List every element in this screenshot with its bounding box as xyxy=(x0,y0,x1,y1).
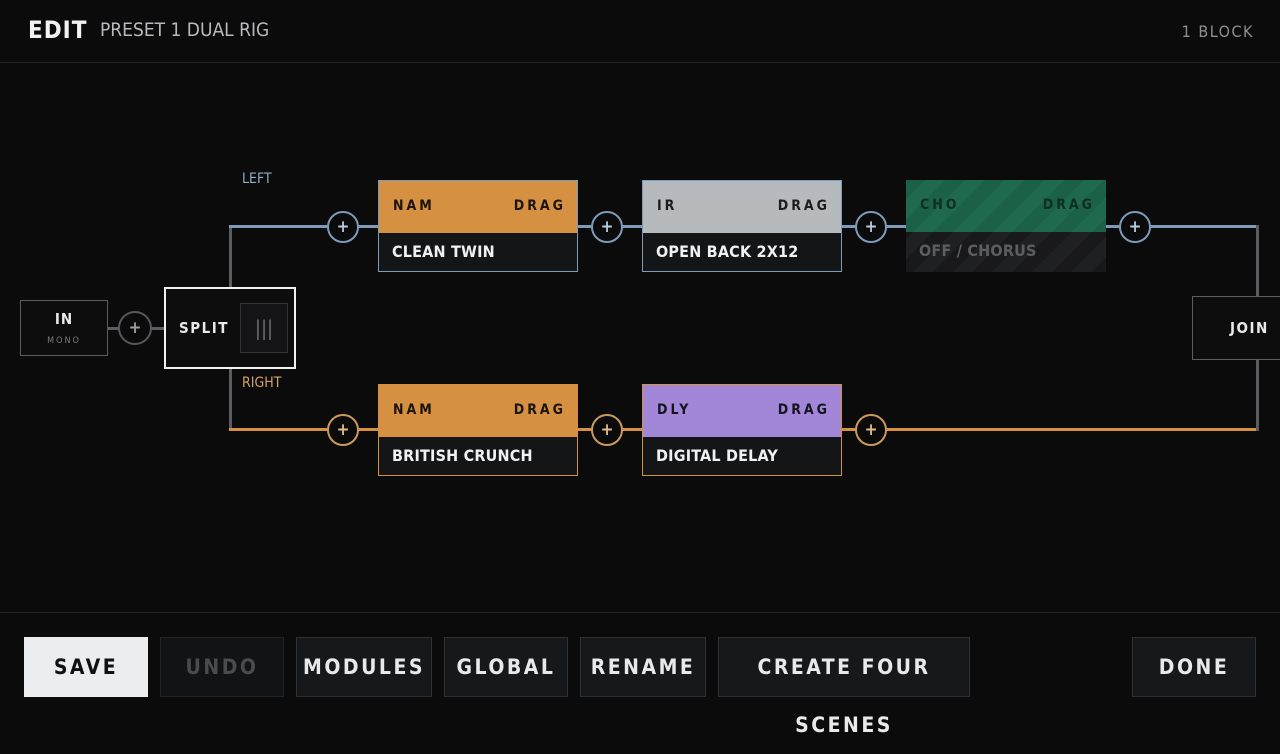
drag-handle[interactable]: DRAG xyxy=(1043,197,1095,213)
plus-icon: + xyxy=(336,420,350,440)
wire-split-down xyxy=(229,369,232,431)
drag-handle-icon[interactable]: ||| xyxy=(240,303,288,353)
block-type: NAM xyxy=(393,402,435,418)
done-button[interactable]: DONE xyxy=(1132,637,1256,697)
plus-icon: + xyxy=(600,420,614,440)
plus-icon: + xyxy=(1128,217,1142,237)
add-block-button-right-3[interactable]: + xyxy=(855,414,887,446)
plus-icon: + xyxy=(864,420,878,440)
block-type: NAM xyxy=(393,198,435,214)
add-block-button-left-4[interactable]: + xyxy=(1119,211,1151,243)
block-digital-delay[interactable]: DLY DRAG DIGITAL DELAY xyxy=(642,384,842,476)
block-type: DLY xyxy=(657,402,692,418)
drag-handle[interactable]: DRAG xyxy=(514,402,566,418)
drag-handle[interactable]: DRAG xyxy=(778,198,830,214)
plus-icon: + xyxy=(336,217,350,237)
drag-handle[interactable]: DRAG xyxy=(778,402,830,418)
split-node[interactable]: SPLIT ||| xyxy=(164,287,296,369)
wire-split-up xyxy=(229,226,232,287)
global-button[interactable]: GLOBAL xyxy=(444,637,568,697)
block-name: BRITISH CRUNCH xyxy=(392,446,533,465)
create-four-scenes-button[interactable]: CREATE FOUR SCENES xyxy=(718,637,970,737)
block-chorus-bypassed[interactable]: CHO DRAG OFF / CHORUS xyxy=(906,180,1106,272)
footer-toolbar: SAVE UNDO MODULES GLOBAL RENAME CREATE F… xyxy=(0,612,1280,737)
rename-button[interactable]: RENAME xyxy=(580,637,706,697)
input-node[interactable]: IN MONO xyxy=(20,300,108,356)
add-block-button-left-1[interactable]: + xyxy=(327,211,359,243)
plus-icon: + xyxy=(600,217,614,237)
block-name: OFF / CHORUS xyxy=(919,241,1037,260)
block-header: NAM DRAG xyxy=(379,385,577,437)
plus-icon: + xyxy=(128,318,142,338)
right-path-label: RIGHT xyxy=(242,375,282,391)
block-clean-twin[interactable]: NAM DRAG CLEAN TWIN xyxy=(378,180,578,272)
block-name: DIGITAL DELAY xyxy=(656,446,778,465)
block-header: CHO DRAG xyxy=(906,180,1106,232)
block-type: CHO xyxy=(920,197,960,213)
block-count: 1 BLOCK xyxy=(1181,22,1254,41)
add-block-button-right-1[interactable]: + xyxy=(327,414,359,446)
block-british-crunch[interactable]: NAM DRAG BRITISH CRUNCH xyxy=(378,384,578,476)
preset-name: PRESET 1 DUAL RIG xyxy=(100,19,270,41)
add-block-button[interactable]: + xyxy=(118,311,152,345)
split-label: SPLIT xyxy=(179,319,229,337)
block-name: OPEN BACK 2X12 xyxy=(656,242,799,261)
input-mode: MONO xyxy=(47,336,81,346)
block-header: IR DRAG xyxy=(643,181,841,233)
left-path-label: LEFT xyxy=(242,171,272,187)
add-block-button-left-2[interactable]: + xyxy=(591,211,623,243)
page-title: EDIT xyxy=(28,16,88,44)
join-label: JOIN xyxy=(1230,319,1269,337)
block-type: IR xyxy=(657,198,678,214)
drag-handle[interactable]: DRAG xyxy=(514,198,566,214)
plus-icon: + xyxy=(864,217,878,237)
input-label: IN xyxy=(54,310,74,328)
undo-button[interactable]: UNDO xyxy=(160,637,284,697)
block-header: DLY DRAG xyxy=(643,385,841,437)
block-name: CLEAN TWIN xyxy=(392,242,495,261)
block-header: NAM DRAG xyxy=(379,181,577,233)
add-block-button-left-3[interactable]: + xyxy=(855,211,887,243)
wire-join-up xyxy=(1256,225,1259,296)
save-button[interactable]: SAVE xyxy=(24,637,148,697)
modules-button[interactable]: MODULES xyxy=(296,637,432,697)
add-block-button-right-2[interactable]: + xyxy=(591,414,623,446)
join-node[interactable]: JOIN xyxy=(1192,296,1280,360)
header-bar: EDIT PRESET 1 DUAL RIG 1 BLOCK xyxy=(0,0,1280,63)
wire-join-down xyxy=(1256,360,1259,431)
block-open-back-2x12[interactable]: IR DRAG OPEN BACK 2X12 xyxy=(642,180,842,272)
